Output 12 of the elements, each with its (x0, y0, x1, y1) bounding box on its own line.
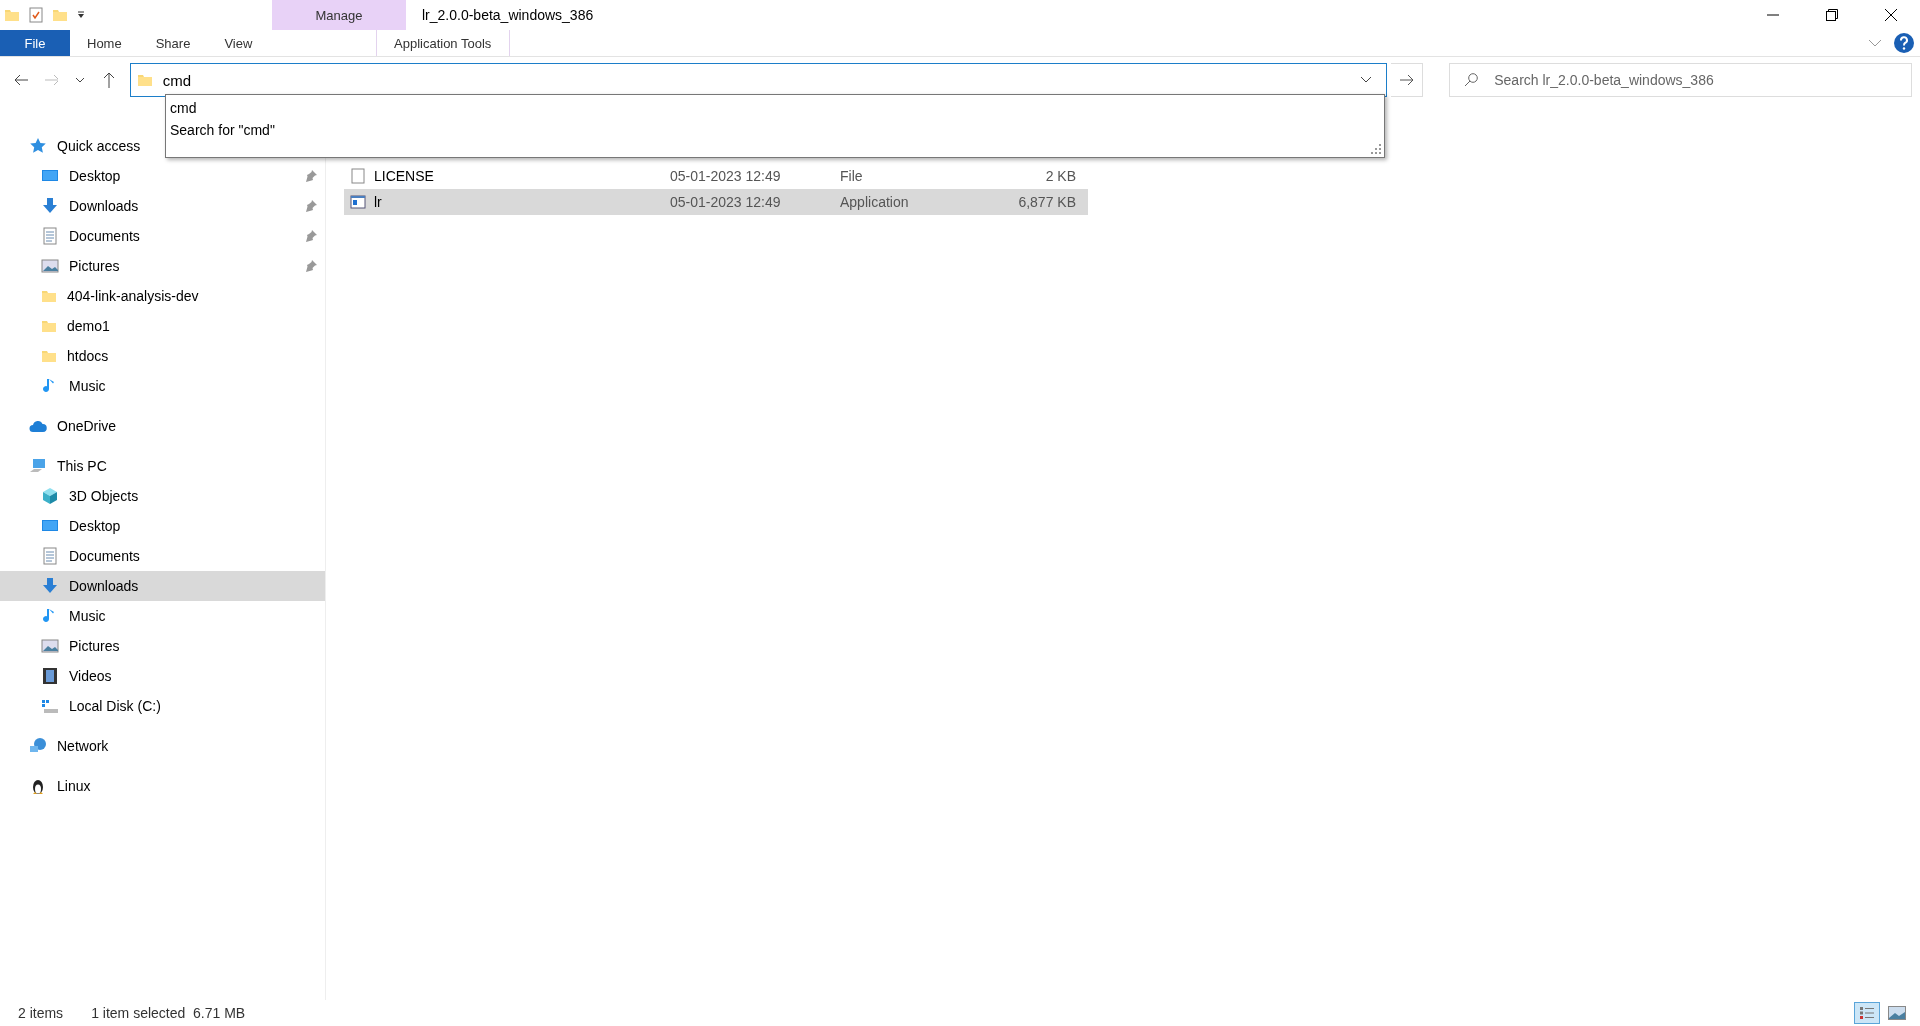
date-cell-text: 05-01-2023 12:49 (670, 168, 782, 184)
type-cell-text: Application (840, 194, 910, 210)
file-name: lr (374, 194, 382, 210)
window-title: lr_2.0.0-beta_windows_386 (421, 7, 594, 23)
ribbon-context-label: Manage (272, 0, 406, 30)
file-name: LICENSE (374, 168, 434, 184)
size-cell-text: 2 KB (1044, 168, 1076, 184)
type-cell-text: File (840, 168, 864, 184)
date-cell-text: 05-01-2023 12:49 (670, 194, 782, 210)
size-cell-text: 6,877 KB (1017, 194, 1076, 210)
item-count: 2 items (18, 1005, 64, 1021)
selection-info: 1 item selected 6.71 MB (91, 1005, 246, 1021)
